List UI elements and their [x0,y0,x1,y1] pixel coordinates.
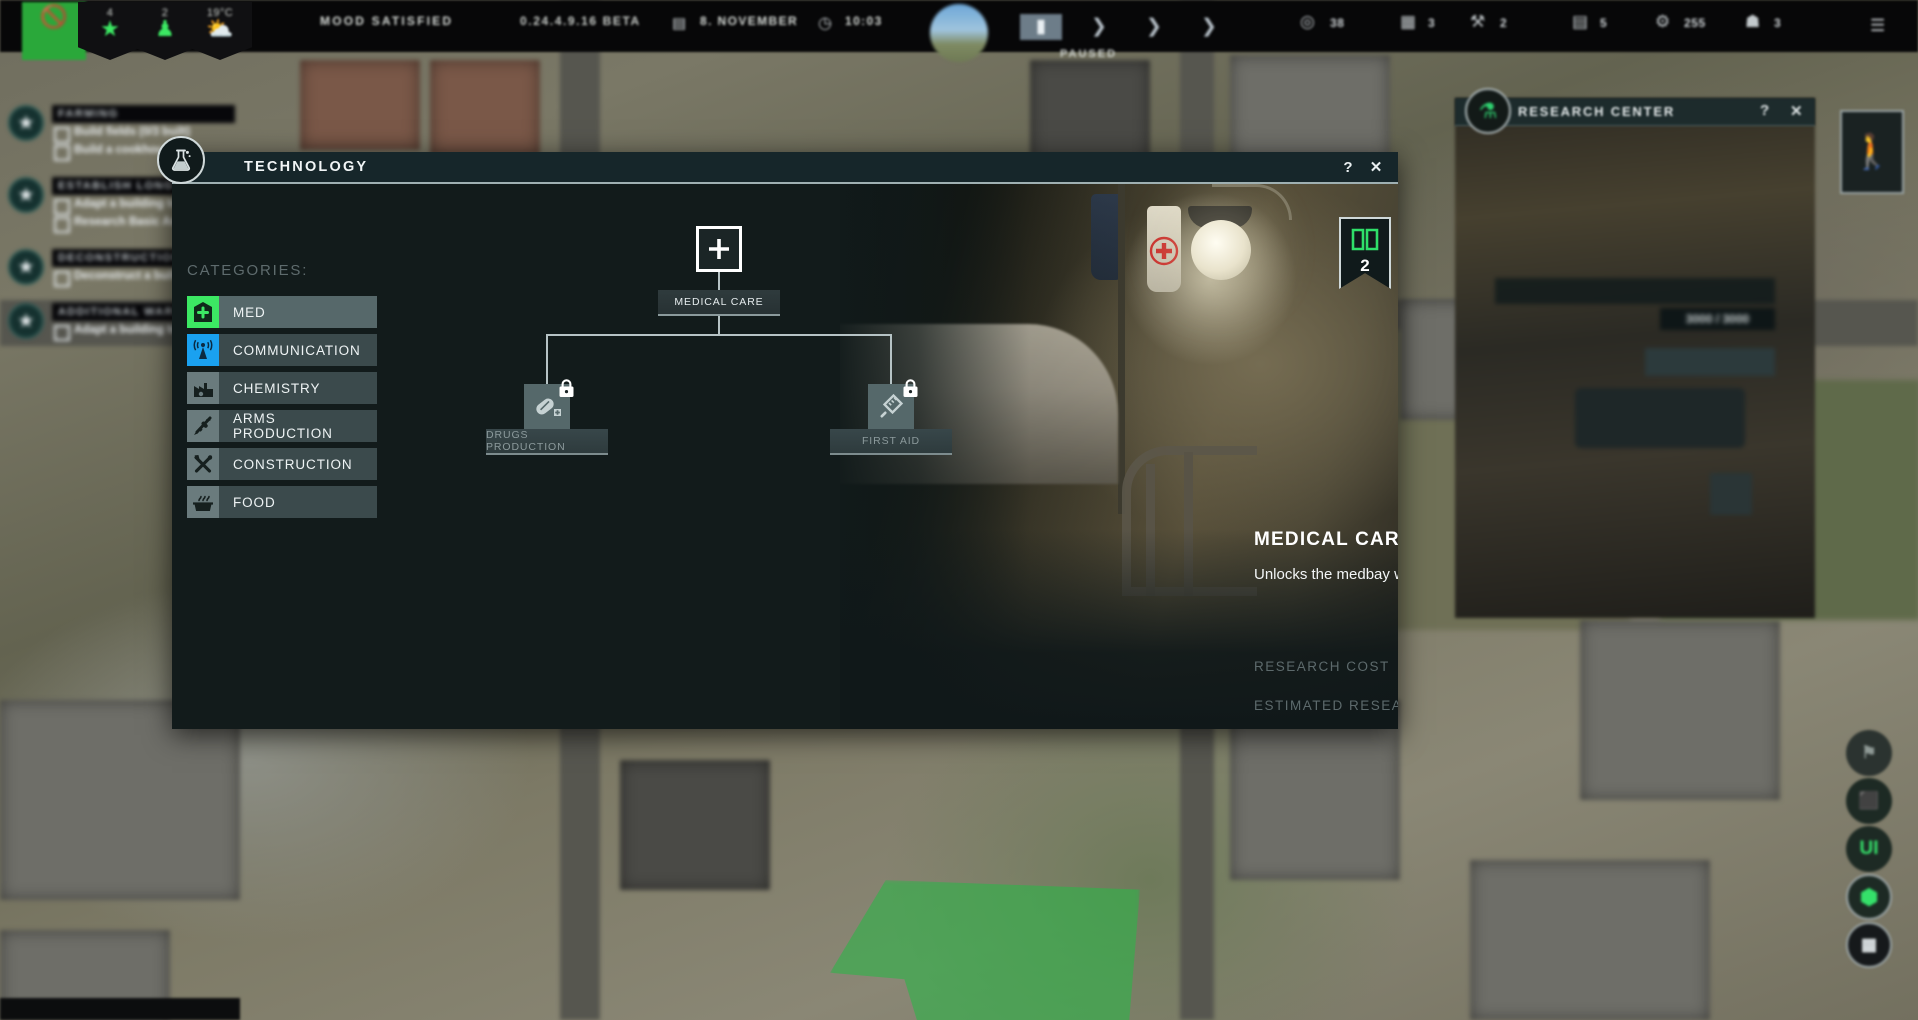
hud-resource-materials: 255 [1684,16,1706,30]
star-icon: ★ [100,16,120,41]
tech-tree: MEDICAL CARE DRUGS PRODUCTION FIRST AID [172,184,952,729]
research-points-count: 2 [1360,256,1370,275]
hud-stat-temperature[interactable]: 19°C ⛅ [188,2,252,60]
speed-pause-button[interactable]: ▮ [1020,14,1062,40]
details-description: Unlocks the medbay where citizens can re… [1254,566,1398,583]
citizen-portrait-card[interactable]: 🚶 [1840,110,1904,194]
food-icon: ▦ [1400,12,1417,31]
selected-plot-highlight [830,880,1140,1020]
bottom-status-bar [0,998,240,1020]
lock-icon [903,379,918,397]
wood-icon: ▤ [1572,12,1589,31]
morale-icon: ◎ [1300,12,1315,31]
research-center-window[interactable]: 3000 / 3000 [1455,98,1815,618]
quest-group-title: FARMING [52,105,235,123]
research-center-icon: ⚗ [1465,88,1511,134]
hud-time-label: 10:03 [845,14,883,28]
hamburger-icon[interactable]: ☰ [1870,16,1885,36]
star-icon: ★ [8,177,44,213]
build-cube-button[interactable]: ⬛ [1846,778,1892,824]
layers-toggle-button[interactable]: ⬢ [1846,874,1892,920]
hud-paused-label: PAUSED [1060,48,1118,60]
grid-toggle-button[interactable]: ▦ [1846,922,1892,968]
top-hud-content: 🚫 4 ★ 2 ♟ 19°C ⛅ MOOD SATISFIED 0.24.4.9.16… [0,0,1918,62]
speed-fastest-button[interactable]: ❯ [1188,14,1230,40]
speed-play-button[interactable]: ❯ [1078,14,1120,40]
tech-node-medical-care[interactable]: MEDICAL CARE [658,290,780,316]
star-icon: ★ [8,249,44,285]
hud-date-label: 8. NOVEMBER [700,14,799,28]
hud-resource-population: 3 [1774,16,1782,30]
tech-node-label: MEDICAL CARE [674,296,764,308]
flag-tool-button[interactable]: ⚑ [1846,730,1892,776]
lock-icon [559,379,574,397]
tech-node-drugs-production-icon[interactable] [524,379,574,430]
technology-window[interactable]: TECHNOLOGY ? ✕ 2 CATEGORIES: MED COMMUNI… [157,136,1398,729]
flask-icon [157,136,205,184]
tools-icon: ⚒ [1470,12,1486,31]
research-cost-label: RESEARCH COST [1254,658,1390,674]
speed-fast-button[interactable]: ❯ [1133,14,1175,40]
quest-item[interactable]: Build fields (0/3 built) [52,123,235,143]
hud-resource-morale: 38 [1330,16,1345,30]
star-icon: ★ [8,105,44,141]
research-center-title: RESEARCH CENTER [1518,104,1676,119]
hud-resource-wood: 5 [1600,16,1608,30]
technology-title-bar: TECHNOLOGY ? ✕ [157,136,1398,184]
tech-node-label: DRUGS PRODUCTION [486,429,566,453]
weather-icon: ⛅ [206,16,234,41]
ui-toggle-button[interactable]: UI [1846,826,1892,872]
minimap-orb[interactable] [930,4,988,62]
hud-resource-food: 3 [1428,16,1436,30]
technology-close-button[interactable]: ✕ [1366,158,1386,178]
tech-node-medical-care-icon[interactable] [696,226,742,272]
details-title: MEDICAL CARE [1254,529,1398,550]
population-icon: ☗ [1745,12,1761,31]
book-icon [1351,228,1379,251]
technology-details-panel: MEDICAL CARE Unlocks the medbay where ci… [1254,529,1398,729]
research-center-help-button[interactable]: ? [1760,102,1769,119]
worker-icon: ♟ [155,16,175,41]
star-icon: ★ [8,303,44,339]
tech-node-first-aid[interactable]: FIRST AID [830,429,952,455]
research-center-close-button[interactable]: ✕ [1790,102,1803,120]
faction-flag[interactable]: 🚫 [22,2,86,60]
hud-version-label: 0.24.4.9.16 BETA [520,14,641,28]
tech-node-label: FIRST AID [861,435,921,447]
clock-icon: ◷ [818,15,832,32]
calendar-icon: ▤ [672,15,687,32]
tech-node-drugs-production[interactable]: DRUGS PRODUCTION [486,429,608,455]
research-time-label: ESTIMATED RESEARCH TIME [1254,698,1398,714]
research-cost-row: RESEARCH COST 2 [1254,657,1398,676]
hud-resource-tools: 2 [1500,16,1508,30]
technology-title: TECHNOLOGY [244,159,369,175]
technology-help-button[interactable]: ? [1338,158,1358,178]
research-time-row: ESTIMATED RESEARCH TIME 13H 20M [1254,698,1398,714]
hud-mood-label: MOOD SATISFIED [320,14,454,28]
tech-node-first-aid-icon[interactable] [868,379,918,430]
materials-icon: ⚙ [1655,12,1671,31]
plus-icon [709,239,729,259]
